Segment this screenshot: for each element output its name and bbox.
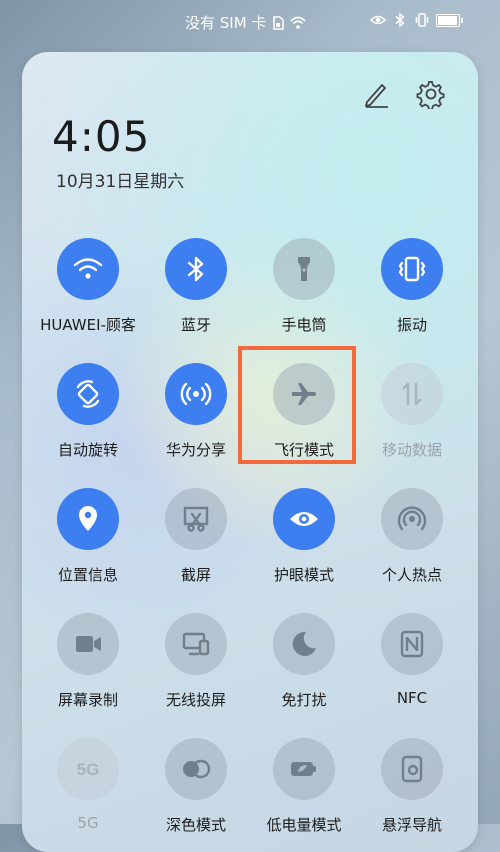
tile-toggle[interactable] bbox=[381, 738, 443, 800]
share-icon bbox=[180, 382, 212, 406]
flashlight-icon bbox=[298, 257, 310, 281]
tile-toggle[interactable] bbox=[165, 738, 227, 800]
rotate-icon bbox=[76, 380, 100, 408]
tile-moon[interactable]: 免打扰 bbox=[253, 613, 353, 723]
tile-toggle[interactable] bbox=[273, 613, 335, 675]
tile-toggle[interactable] bbox=[57, 363, 119, 425]
tile-screenshot[interactable]: 截屏 bbox=[145, 488, 245, 598]
tile-share[interactable]: 华为分享 bbox=[145, 363, 245, 473]
dark-mode-icon bbox=[183, 759, 211, 779]
battery-saver-icon bbox=[291, 762, 316, 776]
tile-cast[interactable]: 无线投屏 bbox=[145, 613, 245, 723]
status-center: 没有 SIM 卡 bbox=[185, 12, 307, 33]
bluetooth-icon bbox=[395, 12, 405, 28]
moon-icon bbox=[292, 631, 316, 656]
tile-toggle[interactable] bbox=[273, 488, 335, 550]
tile-toggle[interactable] bbox=[165, 238, 227, 300]
tile-toggle[interactable]: 5G bbox=[57, 738, 119, 800]
vibrate-icon bbox=[398, 256, 426, 282]
date-text: 10月31日星期六 bbox=[56, 172, 185, 192]
edit-icon[interactable] bbox=[362, 80, 390, 108]
tile-label: 截屏 bbox=[180, 566, 211, 584]
vibrate-icon bbox=[415, 13, 429, 27]
eye-icon bbox=[370, 15, 386, 25]
tile-rotate[interactable]: 自动旋转 bbox=[37, 363, 137, 473]
tile-label: 振动 bbox=[396, 316, 427, 334]
tile-toggle[interactable] bbox=[381, 238, 443, 300]
clock-time: 4:05 bbox=[52, 112, 151, 161]
tile-toggle[interactable] bbox=[165, 613, 227, 675]
tile-mobile-data[interactable]: 移动数据 bbox=[361, 363, 461, 473]
tile-label: 悬浮导航 bbox=[381, 816, 442, 834]
bluetooth-icon bbox=[187, 256, 204, 282]
tile-label: 免打扰 bbox=[281, 691, 327, 709]
tile-toggle[interactable] bbox=[273, 738, 335, 800]
gear-icon[interactable] bbox=[416, 79, 446, 109]
screen-record-icon bbox=[76, 636, 101, 652]
tile-label: NFC bbox=[396, 689, 428, 707]
tile-eye[interactable]: 护眼模式 bbox=[253, 488, 353, 598]
floating-nav-icon bbox=[401, 755, 423, 783]
tile-flashlight[interactable]: 手电筒 bbox=[253, 238, 353, 348]
tile-hotspot[interactable]: 个人热点 bbox=[361, 488, 461, 598]
tile-toggle[interactable] bbox=[165, 488, 227, 550]
tile-label: 无线投屏 bbox=[165, 691, 226, 709]
tile-label: 深色模式 bbox=[165, 816, 226, 834]
tile-label: 移动数据 bbox=[381, 441, 442, 459]
tile-toggle[interactable] bbox=[57, 613, 119, 675]
tile-label: 5G bbox=[77, 814, 99, 832]
tile-toggle[interactable] bbox=[273, 238, 335, 300]
wifi-icon bbox=[290, 16, 307, 29]
tile-label: 护眼模式 bbox=[273, 566, 334, 584]
tile-screen-record[interactable]: 屏幕录制 bbox=[37, 613, 137, 723]
nfc-icon bbox=[400, 630, 424, 658]
tile-wifi[interactable]: HUAWEI-顾客 bbox=[37, 238, 137, 348]
tile-floating-nav[interactable]: 悬浮导航 bbox=[361, 738, 461, 848]
tile-label: 低电量模式 bbox=[266, 816, 342, 834]
tile-label: 手电筒 bbox=[281, 316, 327, 334]
hotspot-icon bbox=[397, 506, 427, 531]
tile-toggle[interactable] bbox=[381, 613, 443, 675]
eye-icon bbox=[290, 512, 318, 526]
sim-icon bbox=[273, 15, 285, 30]
mobile-data-icon bbox=[402, 382, 422, 406]
carrier-text: 没有 SIM 卡 bbox=[185, 14, 267, 32]
status-bar: 没有 SIM 卡 bbox=[0, 0, 500, 44]
tile-dark-mode[interactable]: 深色模式 bbox=[145, 738, 245, 848]
tile-battery-saver[interactable]: 低电量模式 bbox=[253, 738, 353, 848]
tile-label: 位置信息 bbox=[57, 566, 118, 584]
tile-nfc[interactable]: NFC bbox=[361, 613, 461, 723]
tile-toggle[interactable] bbox=[165, 363, 227, 425]
tile-label: 自动旋转 bbox=[57, 441, 118, 459]
status-right bbox=[370, 12, 463, 28]
tile-label: 蓝牙 bbox=[180, 316, 211, 334]
tile-label: HUAWEI-顾客 bbox=[40, 316, 136, 334]
tile-bluetooth[interactable]: 蓝牙 bbox=[145, 238, 245, 348]
5g-icon: 5G bbox=[77, 760, 100, 779]
tile-toggle[interactable] bbox=[57, 488, 119, 550]
wifi-icon bbox=[73, 258, 103, 279]
cast-icon bbox=[182, 632, 210, 656]
tile-label: 屏幕录制 bbox=[57, 691, 118, 709]
battery-icon bbox=[436, 13, 463, 27]
screenshot-icon bbox=[183, 506, 209, 532]
tile-toggle[interactable] bbox=[57, 238, 119, 300]
battery-fill bbox=[438, 15, 457, 25]
svg-text:5G: 5G bbox=[77, 760, 100, 779]
tile-label: 个人热点 bbox=[381, 566, 442, 584]
tile-5g[interactable]: 5G 5G bbox=[37, 738, 137, 848]
highlight-box bbox=[238, 346, 356, 464]
location-icon bbox=[79, 506, 97, 531]
tile-location[interactable]: 位置信息 bbox=[37, 488, 137, 598]
tile-toggle[interactable] bbox=[381, 488, 443, 550]
tile-toggle[interactable] bbox=[381, 363, 443, 425]
tile-vibrate[interactable]: 振动 bbox=[361, 238, 461, 348]
